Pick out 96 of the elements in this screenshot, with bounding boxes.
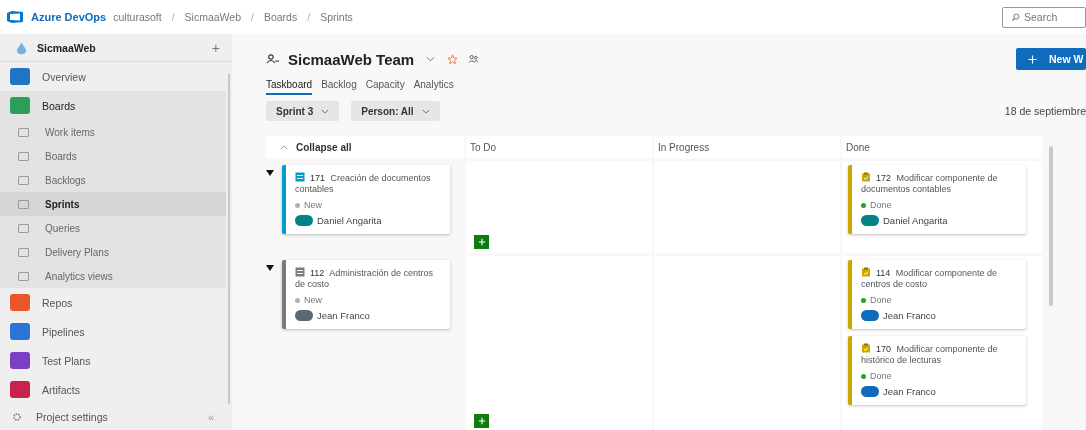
section-icon [10, 381, 30, 399]
breadcrumb-separator: / [250, 11, 255, 23]
nav-subitem[interactable]: Delivery Plans [0, 240, 226, 265]
task-icon [861, 267, 871, 277]
people-icon[interactable] [468, 54, 480, 64]
column-header: Done [842, 136, 1042, 158]
scrollbar-thumb[interactable] [1049, 146, 1053, 306]
collapse-all-button[interactable]: Collapse all [296, 141, 352, 153]
nav-subitem[interactable]: Queries [0, 216, 226, 241]
tab[interactable]: Taskboard [266, 75, 313, 95]
assignee-name: Jean Franco [317, 310, 370, 321]
nav-item[interactable]: Test Plans [0, 346, 226, 376]
nav-item[interactable]: Repos [0, 288, 226, 318]
column-header: In Progress [654, 136, 840, 158]
backlog-item-icon [295, 172, 305, 182]
breadcrumb-link[interactable]: Sprints [320, 11, 353, 23]
nav-subitem[interactable]: Sprints [0, 192, 226, 217]
filter-dropdown[interactable]: Person: All [351, 101, 440, 121]
tab[interactable]: Backlog [321, 75, 357, 95]
state-label: New [304, 295, 322, 305]
section-icon [10, 323, 30, 341]
breadcrumb-link[interactable]: SicmaaWeb [184, 11, 241, 23]
expand-toggle[interactable] [266, 265, 274, 271]
nav-subitem[interactable]: Work items [0, 120, 226, 145]
section-icon [10, 352, 30, 370]
project-icon [16, 40, 27, 55]
section-icon [10, 97, 30, 115]
nav-subitem[interactable]: Backlogs [0, 168, 226, 193]
card-title: 114 Modificar componente de centros de costo [861, 267, 998, 290]
search-field[interactable]: Search [1002, 6, 1086, 28]
plus-icon [1028, 55, 1037, 64]
breadcrumb-separator: / [306, 11, 312, 23]
nav-item[interactable]: Pipelines [0, 317, 226, 347]
product-link[interactable]: Azure DevOps [31, 11, 107, 23]
breadcrumb-link[interactable]: Boards [263, 11, 298, 23]
team-icon [266, 54, 280, 64]
tab[interactable]: Capacity [365, 75, 405, 95]
subitem-icon [18, 272, 29, 281]
nav-item[interactable]: Overview [0, 62, 226, 92]
card-title: 172 Modificar componente de documentos contables [861, 172, 999, 195]
settings-icon [12, 412, 22, 423]
chevron-down-icon [421, 108, 430, 114]
add-task-button[interactable] [474, 235, 489, 249]
task-icon [861, 343, 871, 353]
team-title[interactable]: SicmaaWeb Team [288, 50, 415, 68]
task-card[interactable]: 114 Modificar componente de centros de costo Done Jean Franco [848, 260, 1026, 329]
search-icon [1011, 12, 1020, 22]
nav-item[interactable]: Artifacts [0, 375, 226, 405]
plus-icon [477, 238, 486, 246]
subitem-icon [18, 176, 29, 185]
add-task-button[interactable] [474, 414, 489, 428]
assignee-name: Jean Franco [883, 386, 936, 397]
project-name[interactable]: SicmaaWeb [37, 41, 96, 54]
settings-link[interactable]: Project settings [36, 411, 108, 424]
subitem-icon [18, 248, 29, 257]
collapse-icon[interactable] [280, 144, 288, 150]
state-label: Done [870, 200, 892, 210]
work-item-card[interactable]: 112 Administración de centros de costo New Jean Franco [282, 260, 450, 329]
task-icon [861, 172, 871, 182]
section-icon [10, 294, 30, 312]
assignee-name: Daniel Angarita [883, 215, 948, 226]
subitem-icon [18, 128, 29, 137]
nav-subitem[interactable]: Boards [0, 144, 226, 169]
card-title: 170 Modificar componente de histórico de lecturas [861, 343, 999, 366]
subitem-icon [18, 200, 29, 209]
search-input[interactable]: Search [1024, 11, 1080, 23]
plus-icon [477, 417, 486, 425]
sprint-date: 18 de septiembre [1004, 105, 1086, 117]
card-title: 171 Creación de documentos contables [295, 172, 432, 195]
add-button[interactable]: + [211, 39, 220, 56]
task-card[interactable]: 170 Modificar componente de histórico de lecturas Done Jean Franco [848, 336, 1026, 405]
section-icon [10, 68, 30, 86]
filter-dropdown[interactable]: Sprint 3 [266, 101, 340, 121]
chevron-down-icon[interactable] [426, 56, 436, 62]
task-card[interactable]: 172 Modificar componente de documentos contables Done Daniel Angarita [848, 165, 1026, 234]
nav-item[interactable]: Boards [0, 91, 226, 121]
work-item-card[interactable]: 171 Creación de documentos contables New Daniel Angarita [282, 165, 450, 234]
expand-toggle[interactable] [266, 170, 274, 176]
subitem-icon [18, 224, 29, 233]
assignee-name: Daniel Angarita [317, 215, 382, 226]
tab[interactable]: Analytics [413, 75, 454, 95]
chevron-down-icon [321, 108, 330, 114]
nav-subitem[interactable]: Analytics views [0, 264, 226, 289]
card-title: 112 Administración de centros de costo [295, 267, 434, 290]
star-icon[interactable] [447, 53, 459, 65]
state-label: Done [870, 295, 892, 305]
breadcrumb-link[interactable]: culturasoft [113, 11, 162, 23]
state-label: New [304, 200, 322, 210]
new-work-item-button[interactable]: New W [1016, 48, 1086, 70]
breadcrumb-separator: / [170, 11, 176, 23]
column-header: To Do [466, 136, 652, 158]
assignee-name: Jean Franco [883, 310, 936, 321]
logo-icon[interactable] [6, 10, 24, 24]
subitem-icon [18, 152, 29, 161]
state-label: Done [870, 371, 892, 381]
backlog-item-icon [295, 267, 305, 277]
